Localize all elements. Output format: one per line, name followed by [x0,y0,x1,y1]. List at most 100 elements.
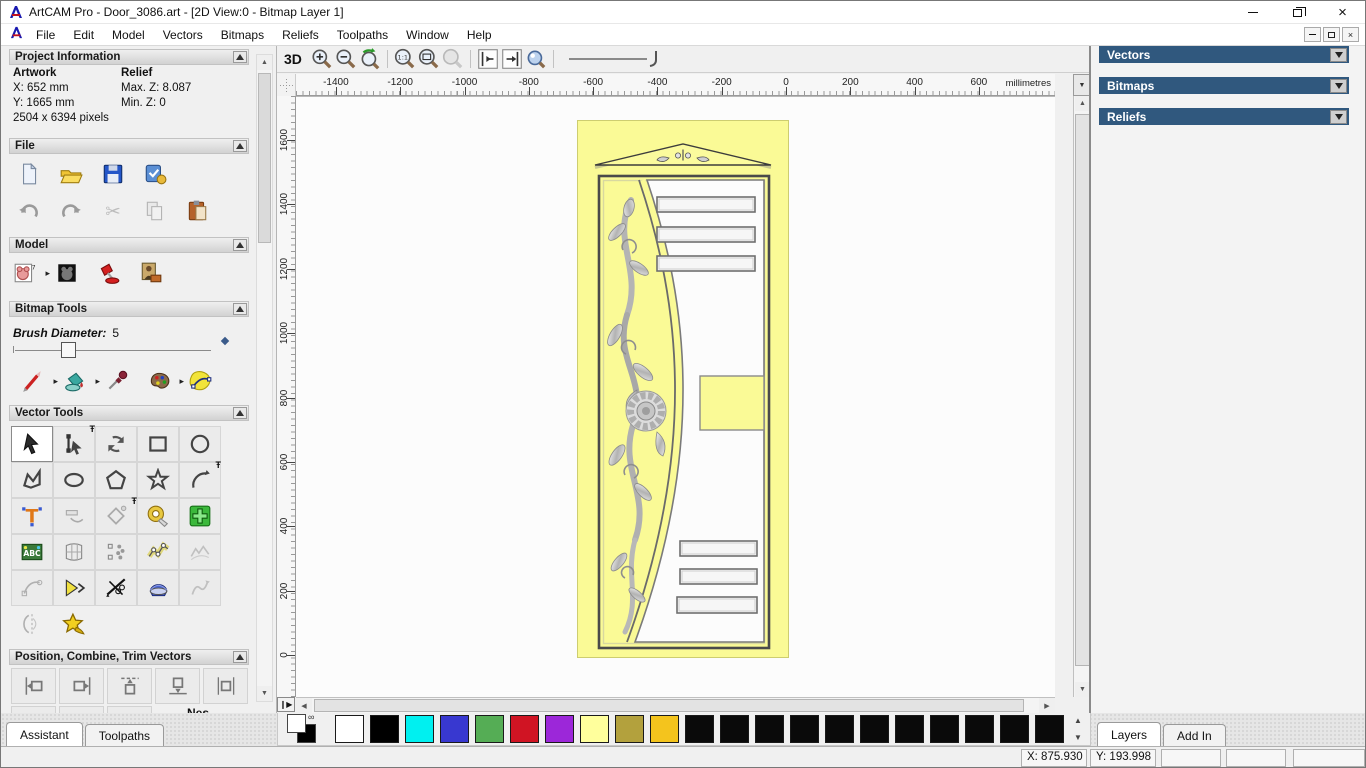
bitmap-to-vector-icon[interactable] [187,366,215,396]
brush-slider-track[interactable] [15,350,211,351]
scroll-up-icon[interactable]: ▲ [1075,96,1090,111]
assistant-scrollbar[interactable]: ▲ ▼ [256,54,273,702]
scroll-down-icon[interactable]: ▼ [257,686,272,701]
scrollbar-thumb[interactable] [258,73,271,243]
create-text-icon[interactable]: T [11,498,53,534]
colour-swatch[interactable] [825,715,854,743]
select-vectors-icon[interactable] [11,426,53,462]
menu-bitmaps[interactable]: Bitmaps [212,26,273,44]
collapse-section-button[interactable] [233,140,247,152]
zoom-window-icon[interactable] [417,47,441,71]
view-options-icon[interactable] [524,47,548,71]
add-clipart-icon[interactable] [179,498,221,534]
scroll-right-icon[interactable]: ▶ [1039,698,1055,713]
ruler-origin-icon[interactable] [277,74,296,96]
colour-swatch[interactable] [370,715,399,743]
colour-swatch[interactable] [895,715,924,743]
primary-secondary-colours[interactable]: ∞ [287,712,321,744]
envelope-distort-icon[interactable] [53,534,95,570]
undo-icon[interactable] [15,196,43,226]
create-polyline-icon[interactable] [11,462,53,498]
minimize-button[interactable] [1230,1,1275,24]
new-document-icon[interactable] [15,159,43,189]
previous-view-icon[interactable] [476,47,500,71]
zoom-previous-icon[interactable] [358,47,382,71]
colour-swatch[interactable] [510,715,539,743]
offset-vector-icon[interactable] [95,496,137,534]
menu-model[interactable]: Model [103,26,154,44]
cut-icon[interactable]: ✂ [99,196,127,226]
open-file-icon[interactable] [57,159,85,189]
create-circle-icon[interactable] [179,426,221,462]
collapse-section-button[interactable] [233,51,247,63]
tab-assistant[interactable]: Assistant [6,722,83,746]
zoom-object-icon[interactable] [441,47,465,71]
colour-swatch[interactable] [965,715,994,743]
align-top-icon[interactable] [107,668,152,704]
chevron-down-icon[interactable] [1330,109,1347,124]
align-bottom-icon[interactable] [155,668,200,704]
chevron-down-icon[interactable] [1330,78,1347,93]
colour-swatch[interactable] [475,715,504,743]
colour-swatch[interactable] [930,715,959,743]
brush-slider-handle[interactable] [61,342,76,358]
copy-icon[interactable] [141,196,169,226]
align-centre-icon[interactable] [203,668,248,704]
scroll-up-icon[interactable]: ▲ [1070,714,1086,727]
text-in-box-icon[interactable]: ABC [11,534,53,570]
primary-colour-swatch[interactable] [287,714,306,733]
colour-swatch[interactable] [1035,715,1064,743]
canvas-2d-view[interactable] [296,96,1055,697]
colour-swatch[interactable] [685,715,714,743]
colour-swatch[interactable] [440,715,469,743]
paint-brush-icon[interactable] [19,366,58,396]
measure-icon[interactable] [137,498,179,534]
menu-vectors[interactable]: Vectors [154,26,212,44]
set-model-size-icon[interactable]: 7 [11,258,50,288]
reliefs-header[interactable]: Reliefs [1099,108,1349,125]
lighting-icon[interactable] [95,258,123,288]
colour-swatch[interactable] [650,715,679,743]
colour-swatch[interactable] [405,715,434,743]
redo-icon[interactable] [57,196,85,226]
menu-reliefs[interactable]: Reliefs [273,26,328,44]
collapse-section-button[interactable] [233,407,247,419]
texture-relief-icon[interactable] [137,258,165,288]
menu-file[interactable]: File [27,26,64,44]
flood-fill-icon[interactable] [61,366,100,396]
tab-toolpaths[interactable]: Toolpaths [84,724,165,746]
menu-edit[interactable]: Edit [64,26,103,44]
menu-help[interactable]: Help [458,26,501,44]
canvas-horizontal-scrollbar[interactable]: ◀ ▶ [296,697,1055,713]
colour-swatch[interactable] [545,715,574,743]
scroll-down-icon[interactable]: ▼ [1075,682,1090,697]
model-wizard-icon[interactable] [141,159,169,189]
menu-window[interactable]: Window [397,26,458,44]
view-3d-button[interactable]: 3D [284,51,302,67]
align-right-icon[interactable] [59,668,104,704]
colour-swatch[interactable] [615,715,644,743]
collapse-section-button[interactable] [233,239,247,251]
colour-swatch[interactable] [860,715,889,743]
palette-scroll[interactable]: ▲ ▼ [1070,714,1086,744]
spin-vector-icon[interactable] [137,570,179,606]
door-artwork[interactable] [577,120,789,658]
fit-curve-icon[interactable] [11,570,53,606]
freeform-curve-icon[interactable] [179,570,221,606]
scrollbar-thumb[interactable] [1075,114,1090,666]
invert-model-icon[interactable] [53,258,81,288]
slice-vectors-icon[interactable] [11,606,53,642]
bitmaps-header[interactable]: Bitmaps [1099,77,1349,94]
mdi-close-button[interactable]: × [1342,27,1359,42]
paste-icon[interactable] [183,196,211,226]
zoom-slider-handle[interactable] [647,49,661,69]
restore-button[interactable] [1275,1,1320,24]
colour-palette-icon[interactable] [145,366,184,396]
zoom-ratio-icon[interactable]: 1:1 [393,47,417,71]
menu-toolpaths[interactable]: Toolpaths [328,26,397,44]
link-colours-icon[interactable]: ∞ [308,712,314,722]
create-rectangle-icon[interactable] [137,426,179,462]
colour-swatch[interactable] [790,715,819,743]
colour-swatch[interactable] [335,715,364,743]
join-vectors-icon[interactable] [53,570,95,606]
